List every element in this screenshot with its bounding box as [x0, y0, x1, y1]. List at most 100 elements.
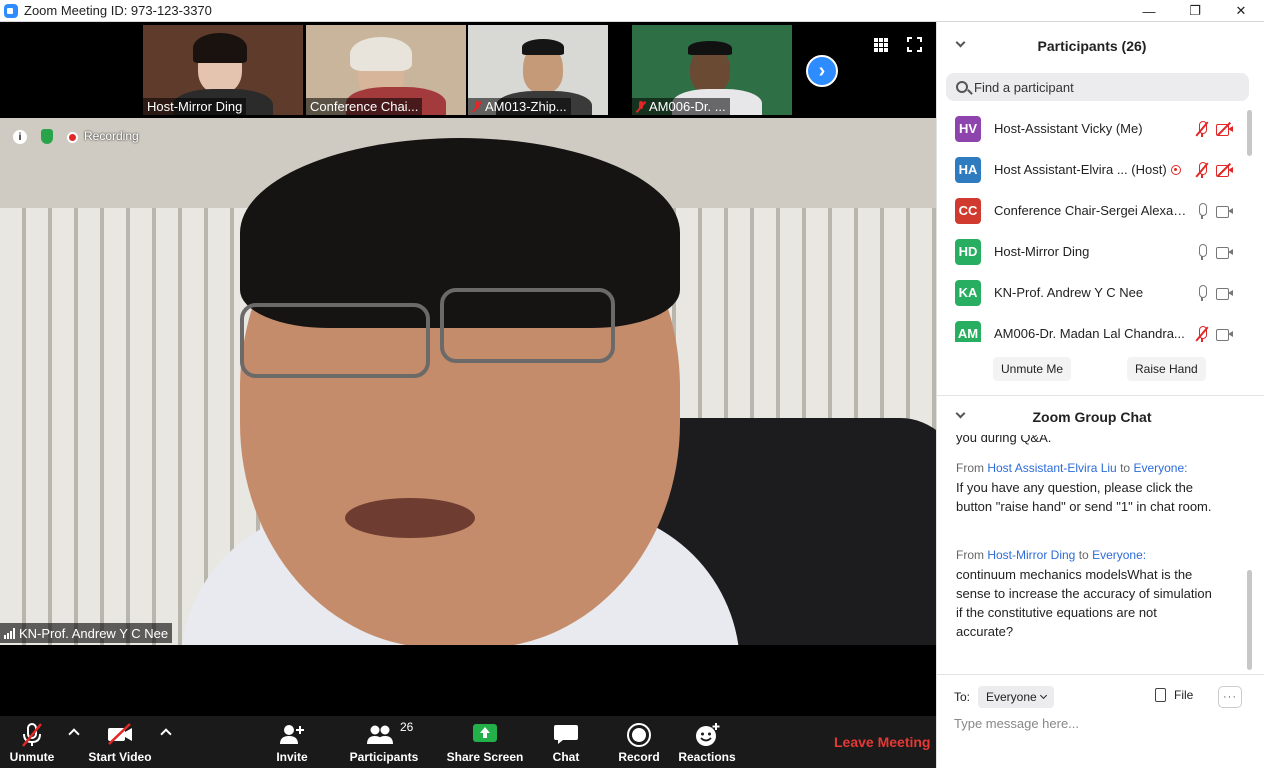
restore-button[interactable]: ❐	[1172, 0, 1218, 22]
speaker-name-label: KN-Prof. Andrew Y C Nee	[0, 623, 173, 643]
thumbnail-name: Conference Chai...	[310, 99, 419, 114]
leave-meeting-button[interactable]: Leave Meeting	[834, 734, 930, 750]
chat-scrollbar[interactable]	[1247, 570, 1252, 670]
avatar: HD	[955, 238, 981, 265]
raise-hand-button[interactable]: Raise Hand	[1127, 357, 1206, 381]
record-button[interactable]: Record	[616, 716, 662, 768]
info-icon[interactable]: i	[13, 130, 27, 144]
side-panel: Participants (26) Find a participant HV H…	[936, 22, 1264, 768]
thumbnail-name: Host-Mirror Ding	[147, 99, 243, 114]
chat-recipient[interactable]: Everyone:	[1133, 461, 1187, 475]
avatar: CC	[955, 197, 981, 224]
participant-list-scrollbar[interactable]	[1247, 110, 1252, 156]
file-button[interactable]: File	[1155, 688, 1193, 702]
muted-mic-icon	[636, 100, 646, 113]
reactions-button[interactable]: Reactions	[678, 716, 736, 768]
invite-button[interactable]: Invite	[262, 716, 322, 768]
chat-button[interactable]: Chat	[546, 716, 586, 768]
recipient-value: Everyone	[986, 690, 1037, 704]
participants-label: Participants	[349, 750, 419, 764]
video-icon	[1216, 287, 1233, 300]
share-screen-button[interactable]: Share Screen	[446, 716, 524, 768]
active-speaker-video[interactable]: i Recording KN-Prof. Andrew Y C Nee	[0, 118, 936, 645]
smiley-plus-icon	[696, 723, 720, 746]
close-button[interactable]: ✕	[1218, 0, 1264, 22]
participant-name: AM006-Dr. Madan Lal Chandra...	[994, 326, 1185, 341]
chat-message-input[interactable]: Type message here...	[954, 716, 1244, 731]
chevron-down-icon	[1039, 691, 1047, 700]
zoom-window: Zoom Meeting ID: 973-123-3370 — ❐ ✕ Host…	[0, 0, 1264, 768]
video-off-icon	[108, 723, 132, 745]
gallery-view-icon[interactable]	[874, 38, 888, 52]
chat-recipient[interactable]: Everyone:	[1092, 548, 1146, 562]
participant-row[interactable]: HD Host-Mirror Ding	[937, 231, 1247, 272]
audio-options-caret-icon[interactable]	[68, 728, 80, 740]
invite-label: Invite	[276, 750, 308, 764]
recipient-select[interactable]: Everyone	[978, 686, 1054, 708]
mic-icon	[1195, 243, 1209, 260]
thumbnail-strip: Host-Mirror Ding Conference Chai... AM01…	[0, 22, 936, 118]
chat-header: Zoom Group Chat	[937, 401, 1247, 433]
next-page-button[interactable]: ›	[806, 55, 838, 87]
chat-to-word: to	[1078, 548, 1089, 562]
video-icon	[1216, 328, 1233, 341]
video-area: Host-Mirror Ding Conference Chai... AM01…	[0, 22, 936, 716]
participant-row[interactable]: CC Conference Chair-Sergei Alexan...	[937, 190, 1247, 231]
video-off-icon	[1216, 162, 1233, 177]
chat-message-text: continuum mechanics modelsWhat is the se…	[956, 567, 1212, 639]
participant-name: KN-Prof. Andrew Y C Nee	[994, 285, 1144, 300]
participants-header: Participants (26)	[937, 30, 1247, 62]
video-thumbnail[interactable]: Host-Mirror Ding	[143, 25, 303, 115]
participant-row[interactable]: HV Host-Assistant Vicky (Me)	[937, 108, 1247, 149]
record-icon	[627, 723, 651, 747]
chat-to-word: to	[1120, 461, 1131, 475]
thumbnail-name: AM013-Zhip...	[485, 99, 567, 114]
muted-mic-icon	[1195, 325, 1209, 342]
more-options-button[interactable]: ···	[1218, 686, 1242, 708]
avatar: HV	[955, 115, 981, 142]
muted-mic-icon	[1195, 161, 1209, 178]
thumbnail-label: AM006-Dr. ...	[632, 98, 730, 115]
start-video-button[interactable]: Start Video	[84, 716, 156, 768]
participants-button[interactable]: 26 Participants	[346, 716, 422, 768]
record-label: Record	[618, 750, 660, 764]
chat-messages: you during Q&A. From Host Assistant-Elvi…	[937, 435, 1247, 667]
encryption-shield-icon[interactable]	[41, 129, 53, 144]
thumbnail-name: AM006-Dr. ...	[649, 99, 726, 114]
share-screen-icon	[473, 724, 497, 742]
panel-divider	[937, 395, 1264, 396]
collapse-chevron-icon[interactable]	[955, 37, 966, 48]
participant-row[interactable]: KA KN-Prof. Andrew Y C Nee	[937, 272, 1247, 313]
muted-mic-icon	[1195, 120, 1209, 137]
video-off-icon	[1216, 121, 1233, 136]
thumbnail-label: AM013-Zhip...	[468, 98, 571, 115]
speaker-name: KN-Prof. Andrew Y C Nee	[19, 625, 169, 641]
muted-mic-icon	[472, 100, 482, 113]
unmute-me-button[interactable]: Unmute Me	[993, 357, 1072, 381]
avatar: HA	[955, 156, 981, 183]
unmute-button[interactable]: Unmute	[0, 716, 64, 768]
meeting-toolbar: Unmute Start Video Invite 26 Participant…	[0, 716, 936, 768]
participant-name: Host-Mirror Ding	[994, 244, 1090, 259]
video-options-caret-icon[interactable]	[160, 728, 172, 740]
chat-sender[interactable]: Host Assistant-Elvira Liu	[987, 461, 1116, 475]
chat-partial-line: you during Q&A.	[956, 435, 1052, 445]
recording-icon	[67, 132, 78, 143]
search-placeholder: Find a participant	[974, 79, 1074, 95]
video-thumbnail[interactable]: AM006-Dr. ...	[632, 25, 792, 115]
participant-row[interactable]: AM AM006-Dr. Madan Lal Chandra...	[937, 313, 1247, 342]
chevron-right-icon: ›	[818, 59, 826, 82]
avatar: KA	[955, 279, 981, 306]
chat-sender[interactable]: Host-Mirror Ding	[987, 548, 1075, 562]
video-icon	[1216, 246, 1233, 259]
participant-search-input[interactable]: Find a participant	[946, 73, 1249, 101]
minimize-button[interactable]: —	[1126, 0, 1172, 22]
participant-name: Conference Chair-Sergei Alexan...	[994, 203, 1189, 218]
participant-row[interactable]: HA Host Assistant-Elvira ... (Host)	[937, 149, 1247, 190]
fullscreen-icon[interactable]	[906, 36, 923, 53]
chat-message-text: If you have any question, please click t…	[956, 480, 1212, 514]
video-thumbnail[interactable]: AM013-Zhip...	[468, 25, 608, 115]
connection-signal-icon	[4, 627, 15, 639]
video-thumbnail[interactable]: Conference Chai...	[306, 25, 466, 115]
collapse-chevron-icon[interactable]	[955, 408, 966, 419]
